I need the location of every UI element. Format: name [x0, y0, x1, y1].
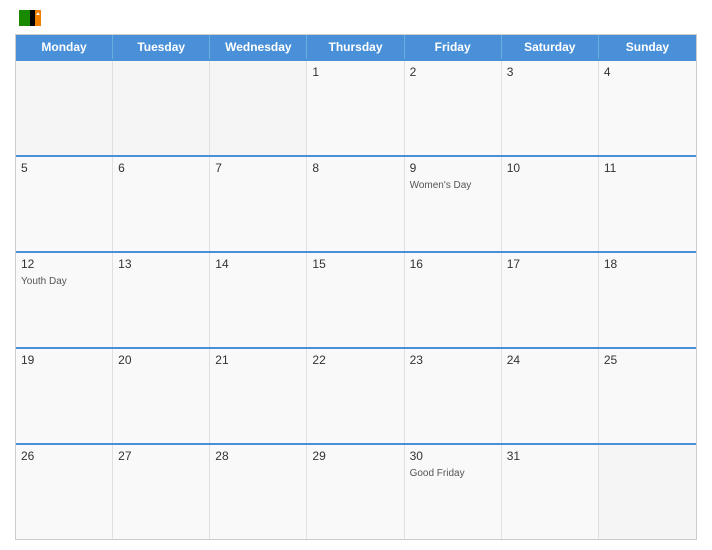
- day-cell: 2: [405, 61, 502, 155]
- day-number: 25: [604, 353, 691, 367]
- day-cell: 8: [307, 157, 404, 251]
- day-header-friday: Friday: [405, 35, 502, 59]
- day-cell: 26: [16, 445, 113, 539]
- day-headers-row: MondayTuesdayWednesdayThursdayFridaySatu…: [16, 35, 696, 59]
- day-number: 22: [312, 353, 398, 367]
- day-cell: 23: [405, 349, 502, 443]
- day-cell: 31: [502, 445, 599, 539]
- day-number: 18: [604, 257, 691, 271]
- day-header-wednesday: Wednesday: [210, 35, 307, 59]
- holiday-label: Good Friday: [410, 467, 496, 480]
- day-cell: 15: [307, 253, 404, 347]
- holiday-label: Youth Day: [21, 275, 107, 288]
- day-number: 28: [215, 449, 301, 463]
- week-row-4: 19 20 21 22 23 24 25: [16, 347, 696, 443]
- day-number: 6: [118, 161, 204, 175]
- day-cell: 13: [113, 253, 210, 347]
- day-cell: 17: [502, 253, 599, 347]
- day-cell: 25: [599, 349, 696, 443]
- weeks-container: 123456789Women's Day101112Youth Day13141…: [16, 59, 696, 539]
- day-cell: 21: [210, 349, 307, 443]
- day-header-sunday: Sunday: [599, 35, 696, 59]
- logo-flag-icon: [19, 10, 41, 26]
- day-cell: 11: [599, 157, 696, 251]
- day-number: 21: [215, 353, 301, 367]
- day-cell: 19: [16, 349, 113, 443]
- day-cell: 28: [210, 445, 307, 539]
- day-number: 27: [118, 449, 204, 463]
- week-row-1: 1234: [16, 59, 696, 155]
- day-number: 11: [604, 161, 691, 175]
- week-row-2: 56789 Women's Day 10 11: [16, 155, 696, 251]
- day-number: 7: [215, 161, 301, 175]
- day-number: 14: [215, 257, 301, 271]
- day-cell: 6: [113, 157, 210, 251]
- day-cell: 14: [210, 253, 307, 347]
- day-number: 1: [312, 65, 398, 79]
- day-number: 19: [21, 353, 107, 367]
- day-header-saturday: Saturday: [502, 35, 599, 59]
- day-cell: 9 Women's Day: [405, 157, 502, 251]
- week-row-3: 12 Youth Day 13 14 15 16 17 18: [16, 251, 696, 347]
- day-cell: 4: [599, 61, 696, 155]
- day-cell: 18: [599, 253, 696, 347]
- day-cell: 3: [502, 61, 599, 155]
- calendar-grid: MondayTuesdayWednesdayThursdayFridaySatu…: [15, 34, 697, 540]
- day-number: 24: [507, 353, 593, 367]
- day-number: 17: [507, 257, 593, 271]
- day-number: 2: [410, 65, 496, 79]
- day-cell: 10: [502, 157, 599, 251]
- day-cell: [210, 61, 307, 155]
- day-cell: 29: [307, 445, 404, 539]
- day-number: 4: [604, 65, 691, 79]
- day-number: 26: [21, 449, 107, 463]
- day-cell: [16, 61, 113, 155]
- day-number: 20: [118, 353, 204, 367]
- header: [15, 10, 697, 26]
- day-cell: 22: [307, 349, 404, 443]
- holiday-label: Women's Day: [410, 179, 496, 192]
- day-header-thursday: Thursday: [307, 35, 404, 59]
- day-cell: [113, 61, 210, 155]
- day-header-tuesday: Tuesday: [113, 35, 210, 59]
- day-number: 30: [410, 449, 496, 463]
- day-number: 23: [410, 353, 496, 367]
- day-number: 16: [410, 257, 496, 271]
- day-cell: 12 Youth Day: [16, 253, 113, 347]
- day-cell: 30 Good Friday: [405, 445, 502, 539]
- day-number: 31: [507, 449, 593, 463]
- day-cell: 5: [16, 157, 113, 251]
- day-number: 5: [21, 161, 107, 175]
- day-cell: 7: [210, 157, 307, 251]
- day-number: 29: [312, 449, 398, 463]
- day-cell: [599, 445, 696, 539]
- day-number: 10: [507, 161, 593, 175]
- day-number: 12: [21, 257, 107, 271]
- day-number: 15: [312, 257, 398, 271]
- day-number: 9: [410, 161, 496, 175]
- week-row-5: 26 27 28 29 30 Good Friday 31: [16, 443, 696, 539]
- day-number: 13: [118, 257, 204, 271]
- day-number: 8: [312, 161, 398, 175]
- calendar-page: MondayTuesdayWednesdayThursdayFridaySatu…: [0, 0, 712, 550]
- day-header-monday: Monday: [16, 35, 113, 59]
- day-cell: 1: [307, 61, 404, 155]
- day-cell: 27: [113, 445, 210, 539]
- day-number: 3: [507, 65, 593, 79]
- day-cell: 20: [113, 349, 210, 443]
- day-cell: 16: [405, 253, 502, 347]
- day-cell: 24: [502, 349, 599, 443]
- logo: [15, 10, 43, 26]
